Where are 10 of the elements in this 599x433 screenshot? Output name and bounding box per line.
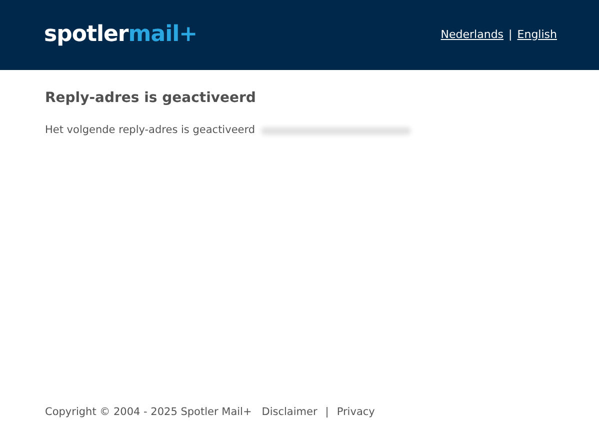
logo: spotlermail+ bbox=[44, 24, 198, 46]
language-link[interactable]: English bbox=[517, 26, 557, 44]
separator: | bbox=[325, 405, 329, 420]
message-text: Het volgende reply-adres is geactiveerd bbox=[45, 123, 256, 138]
footer-link[interactable]: Disclaimer bbox=[262, 405, 318, 421]
page-title: Reply-adres is geactiveerd bbox=[45, 89, 257, 108]
language-link[interactable]: Nederlands bbox=[440, 26, 504, 44]
separator: | bbox=[508, 26, 512, 43]
footer-link[interactable]: Privacy bbox=[336, 405, 375, 421]
copyright-text: Copyright © 2004 - 2025 Spotler Mail+ bbox=[45, 405, 252, 420]
